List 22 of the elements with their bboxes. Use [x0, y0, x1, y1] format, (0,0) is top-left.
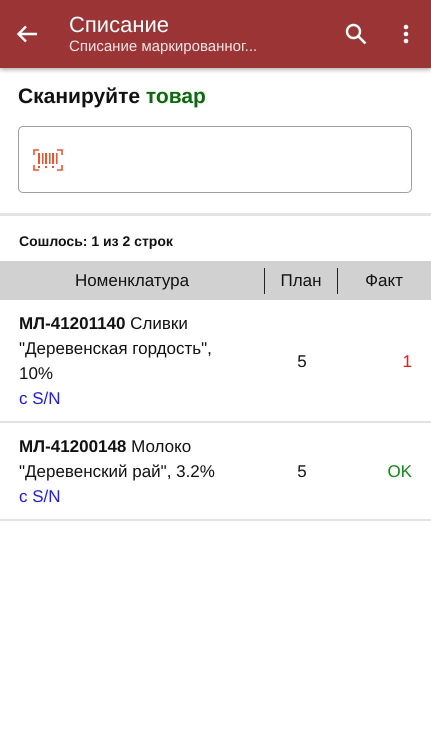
scan-field[interactable] — [18, 126, 412, 194]
search-icon[interactable] — [345, 23, 367, 45]
table-row[interactable]: МЛ-41200148 Молоко "Деревенский рай", 3.2% с S/N 5 OK — [0, 423, 431, 522]
back-icon[interactable] — [16, 25, 38, 43]
table-row[interactable]: МЛ-41201140 Сливки "Деревенская гордость", 10% с S/N 5 1 — [0, 300, 431, 424]
barcode-icon — [33, 148, 63, 171]
product-name: МЛ-41200148 Молоко "Деревенский рай", 3.2% — [19, 436, 216, 484]
serial-label: с S/N — [19, 388, 62, 410]
fact-cell-text: OK — [387, 461, 412, 484]
plan-cell-text: 5 — [296, 461, 308, 484]
column-header: План — [280, 270, 322, 292]
plan-cell-text: 5 — [296, 350, 308, 373]
summary-text: Сошлось: 1 из 2 строк — [19, 232, 174, 252]
fact-cell-text: 1 — [402, 350, 412, 373]
serial-label: с S/N — [19, 486, 62, 508]
screen-subtitle: Списание маркированног... — [69, 38, 258, 56]
column-header: Факт — [364, 270, 404, 292]
more-icon[interactable] — [403, 24, 409, 44]
screen-title: Списание — [69, 12, 170, 38]
scan-prompt: Сканируйте товар — [18, 84, 207, 110]
column-header: Номенклатура — [74, 270, 190, 292]
product-name: МЛ-41201140 Сливки "Деревенская гордость", 10% — [19, 313, 213, 386]
